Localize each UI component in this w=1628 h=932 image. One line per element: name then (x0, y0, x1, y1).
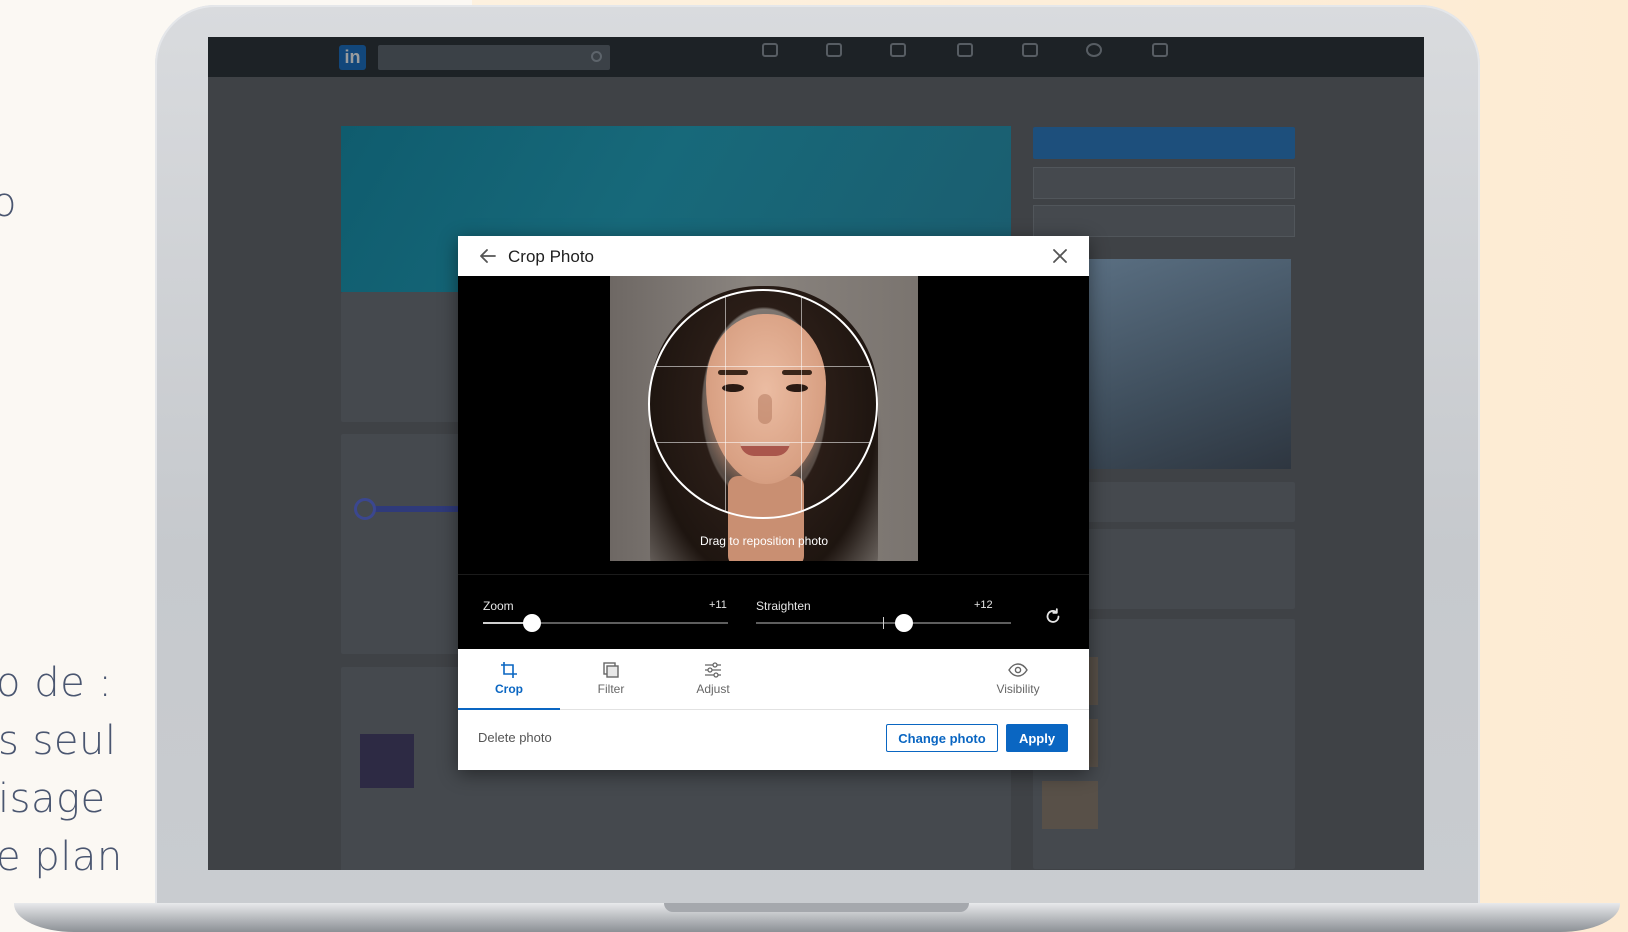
nav-notifications-icon[interactable] (1008, 43, 1052, 71)
tab-crop[interactable]: Crop (458, 649, 560, 710)
crop-grid-line (800, 291, 802, 517)
jobs-icon (890, 43, 906, 57)
slide-text-line-4: e plan (0, 834, 123, 880)
slide-text-line-1: o de : (0, 660, 113, 706)
messaging-icon (957, 43, 973, 57)
straighten-label: Straighten (756, 599, 811, 613)
tab-visibility-label: Visibility (996, 682, 1040, 696)
search-input[interactable] (378, 45, 610, 70)
crop-grid-line (725, 291, 727, 517)
tab-visibility[interactable]: Visibility (968, 649, 1068, 709)
other-language-link[interactable] (1033, 205, 1295, 237)
straighten-value: +12 (974, 599, 993, 611)
straighten-slider-thumb[interactable] (894, 614, 913, 632)
network-icon (826, 43, 842, 57)
work-icon (1152, 43, 1168, 57)
dialog-header: Crop Photo (458, 236, 1089, 276)
crop-circle-handle[interactable] (648, 289, 878, 519)
tab-filter-label: Filter (597, 682, 625, 696)
zoom-slider-thumb[interactable] (523, 614, 541, 632)
notifications-icon (1022, 43, 1038, 57)
sliders-icon (705, 662, 721, 678)
photo-controls: Zoom +11 Straighten +12 (458, 574, 1089, 649)
search-icon (591, 51, 602, 62)
slide-text-line-3: isage (0, 776, 106, 822)
eye-icon (1008, 663, 1028, 677)
arrow-left-icon[interactable] (478, 246, 498, 266)
zoom-value: +11 (709, 599, 727, 611)
nav-network-icon[interactable] (812, 43, 856, 71)
tab-adjust-label: Adjust (696, 682, 730, 696)
sidebar-ad-image[interactable] (1084, 259, 1291, 469)
filter-icon (603, 662, 619, 678)
crop-icon (501, 662, 517, 678)
nav-me-icon[interactable] (1072, 43, 1116, 71)
add-profile-section-button[interactable] (1033, 127, 1295, 159)
crop-photo-dialog: Crop Photo Drag to reposition photo Zoom… (458, 236, 1089, 770)
photo-editor-canvas: Drag to reposition photo Zoom +11 Straig… (458, 276, 1089, 649)
crop-grid-line (650, 366, 876, 368)
me-icon (1086, 43, 1102, 57)
straighten-slider[interactable] (756, 614, 1011, 632)
home-icon (762, 43, 778, 57)
profile-strength-marker (354, 498, 376, 520)
app-top-nav: in (208, 37, 1424, 77)
rotate-reset-icon[interactable] (1043, 606, 1063, 626)
tab-adjust[interactable]: Adjust (662, 649, 764, 709)
company-logo (360, 734, 414, 788)
straighten-center-tick (883, 617, 884, 629)
change-photo-button[interactable]: Change photo (886, 724, 998, 752)
public-profile-link[interactable] (1033, 167, 1295, 199)
delete-photo-button[interactable]: Delete photo (478, 730, 552, 745)
nav-jobs-icon[interactable] (876, 43, 920, 71)
nav-home-icon[interactable] (748, 43, 792, 71)
drag-hint-text: Drag to reposition photo (699, 534, 829, 548)
crop-grid-line (650, 441, 876, 443)
tab-filter[interactable]: Filter (560, 649, 662, 709)
laptop-notch (664, 903, 969, 912)
close-icon[interactable] (1050, 246, 1070, 266)
nav-messaging-icon[interactable] (943, 43, 987, 71)
course-thumbnail[interactable] (1042, 781, 1098, 829)
dialog-title: Crop Photo (508, 247, 594, 266)
dialog-footer: Delete photo Change photo Apply (458, 710, 1089, 770)
laptop-screen: in Crop Photo Drag to reposition photo Z… (208, 37, 1424, 870)
nav-work-icon[interactable] (1138, 43, 1182, 71)
editor-tabs: Crop Filter Adjust Visibility (458, 649, 1089, 710)
app-logo[interactable]: in (339, 45, 366, 70)
apply-button[interactable]: Apply (1006, 724, 1068, 752)
zoom-label: Zoom (483, 599, 514, 613)
slide-text-line-2: s seul (0, 718, 117, 764)
zoom-slider[interactable] (483, 614, 728, 632)
tab-crop-label: Crop (495, 682, 523, 696)
slide-text-fragment: o (0, 180, 17, 226)
